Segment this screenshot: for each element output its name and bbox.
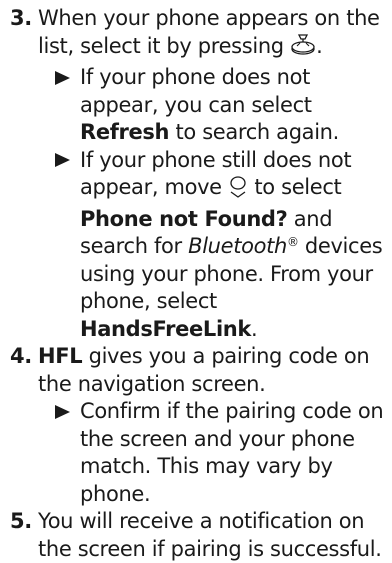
step-text: When your phone appears on the list, sel…: [38, 6, 380, 58]
step-number: 4.: [10, 344, 32, 368]
instruction-page: 3. When your phone appears on the list, …: [10, 5, 388, 563]
step-body: You will receive a notification on the s…: [38, 508, 388, 563]
sub-text: If your phone still does not appear, mov…: [80, 147, 383, 341]
interface-dial-down-icon: [228, 176, 248, 206]
step-5: 5. You will receive a notification on th…: [10, 508, 388, 563]
sub-item: If your phone still does not appear, mov…: [54, 147, 388, 344]
triangle-right-icon: [54, 64, 80, 92]
step-text: You will receive a notification on the s…: [38, 509, 382, 561]
handsfreelink-label: HandsFreeLink: [80, 316, 252, 341]
sub-text: If your phone does not appear, you can s…: [80, 65, 339, 144]
step-body: When your phone appears on the list, sel…: [38, 5, 388, 343]
phone-not-found-label: Phone not Found?: [80, 206, 288, 231]
step-text: gives you a pairing code on the navigati…: [38, 344, 370, 396]
step-number: 5.: [10, 509, 32, 533]
step-number: 3.: [10, 6, 32, 30]
enter-dial-icon: [290, 33, 316, 65]
step-text-end: .: [316, 33, 323, 58]
triangle-right-icon: [54, 147, 80, 175]
hfl-label: HFL: [38, 344, 83, 368]
sub-text: Confirm if the pairing code on the scree…: [80, 399, 384, 506]
registered-mark: ®: [286, 235, 299, 249]
sub-item: Confirm if the pairing code on the scree…: [54, 398, 388, 508]
step-3: 3. When your phone appears on the list, …: [10, 5, 388, 343]
refresh-label: Refresh: [80, 120, 170, 144]
bluetooth-label: Bluetooth: [188, 234, 287, 258]
step-4: 4. HFL gives you a pairing code on the n…: [10, 343, 388, 508]
sub-item: If your phone does not appear, you can s…: [54, 64, 388, 147]
triangle-right-icon: [54, 398, 80, 426]
step-body: HFL gives you a pairing code on the navi…: [38, 343, 388, 508]
